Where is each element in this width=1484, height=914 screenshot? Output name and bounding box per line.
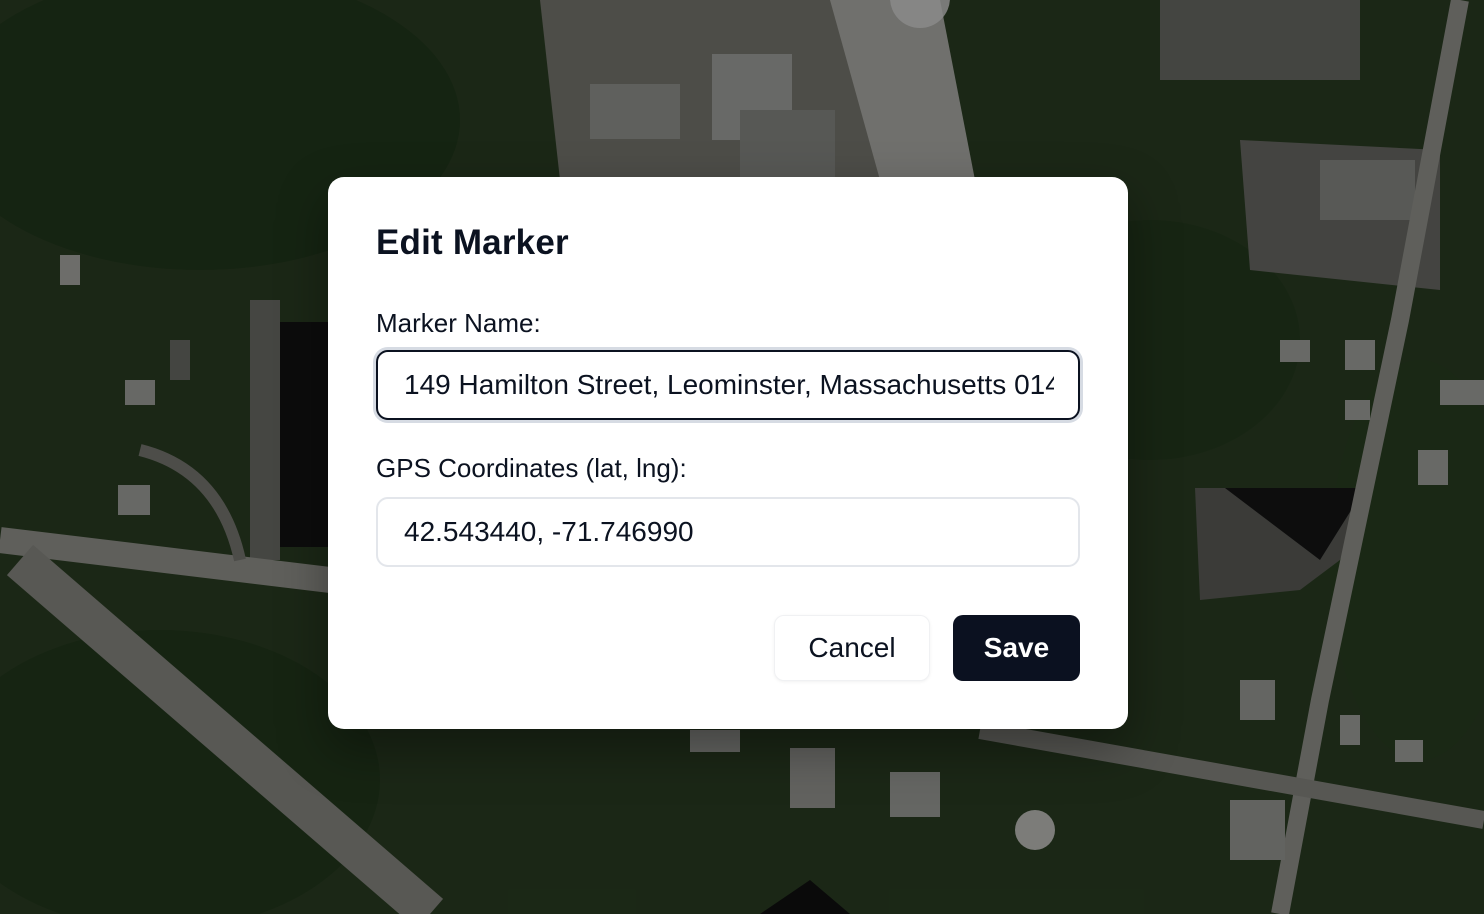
gps-coordinates-label: GPS Coordinates (lat, lng):: [376, 453, 687, 483]
dialog-title: Edit Marker: [376, 223, 569, 262]
save-button[interactable]: Save: [953, 615, 1080, 681]
marker-name-input[interactable]: [376, 350, 1080, 420]
marker-name-label: Marker Name:: [376, 308, 541, 338]
gps-coordinates-input[interactable]: [376, 497, 1080, 567]
cancel-button[interactable]: Cancel: [774, 615, 930, 681]
edit-marker-dialog: Edit Marker Marker Name: GPS Coordinates…: [328, 177, 1128, 729]
